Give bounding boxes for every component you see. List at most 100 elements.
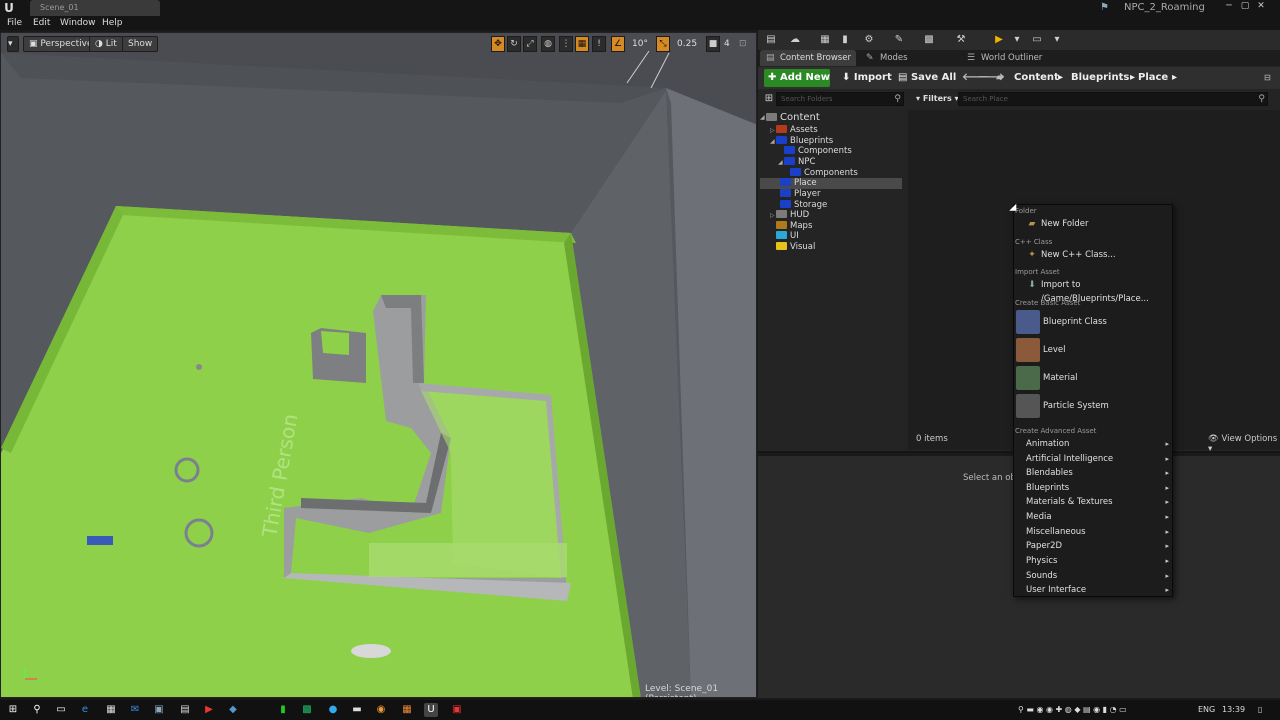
marketplace-icon[interactable]: ▮: [838, 33, 852, 47]
rotation-snap-icon[interactable]: ∠: [611, 36, 625, 52]
app-icon[interactable]: ▣: [450, 703, 464, 717]
new-cpp-class-item[interactable]: ✦ New C++ Class...: [1015, 248, 1171, 262]
close-icon[interactable]: ✕: [1254, 0, 1268, 14]
filters-button[interactable]: ▾ Filters ▾: [916, 92, 959, 106]
scale-tool-icon[interactable]: ⤢: [523, 36, 537, 52]
app-icon[interactable]: ●: [326, 703, 340, 717]
search-folders-input[interactable]: Search Folders ⚲: [776, 92, 904, 106]
expand-arrow-icon[interactable]: ▷: [770, 210, 775, 221]
grid-size-icon[interactable]: !: [592, 36, 606, 52]
submenu-artificial-intelligence[interactable]: Artificial Intelligence ▸: [1015, 452, 1171, 466]
breadcrumb-blueprints[interactable]: Blueprints: [1071, 69, 1129, 87]
add-new-button[interactable]: ✚Add New ▾: [764, 69, 830, 101]
save-all-button[interactable]: ▤ Save All: [898, 69, 956, 87]
rotation-snap-value[interactable]: 10°: [632, 36, 648, 52]
scale-snap-value[interactable]: 0.25: [677, 36, 697, 52]
expand-arrow-icon[interactable]: ▷: [770, 125, 775, 136]
app-icon[interactable]: ▣: [152, 703, 166, 717]
scale-snap-icon[interactable]: ⤡: [656, 36, 670, 52]
submenu-blendables[interactable]: Blendables ▸: [1015, 466, 1171, 480]
app-icon[interactable]: ▤: [178, 703, 192, 717]
tree-item-components[interactable]: Components: [784, 146, 852, 157]
collapse-arrow-icon[interactable]: ◢: [778, 157, 783, 168]
collapse-arrow-icon[interactable]: ◢: [770, 136, 775, 147]
tree-item-assets[interactable]: ▷ Assets: [770, 125, 818, 136]
tab-content-browser[interactable]: ▤ Content Browser: [760, 50, 856, 66]
task-view-icon[interactable]: ▭: [54, 703, 68, 717]
notifications-icon[interactable]: ▯: [1258, 703, 1262, 717]
submenu-paper2d[interactable]: Paper2D ▸: [1015, 539, 1171, 553]
menu-edit[interactable]: Edit: [33, 16, 50, 30]
windows-start-icon[interactable]: ⊞: [6, 703, 20, 717]
tab-world-outliner[interactable]: ☰ World Outliner: [961, 50, 1057, 66]
maximize-icon[interactable]: ▢: [1238, 0, 1252, 14]
tree-item-ui[interactable]: UI: [776, 231, 799, 242]
sources-toggle-icon[interactable]: ⊞: [762, 92, 776, 106]
launch-icon[interactable]: ▭: [1030, 33, 1044, 47]
new-folder-item[interactable]: ▰ New Folder: [1015, 217, 1171, 231]
tree-item-npc[interactable]: ◢ NPC: [778, 157, 815, 168]
blueprint-class-item[interactable]: Blueprint Class: [1015, 309, 1171, 335]
unreal-engine-taskbar-icon[interactable]: U: [424, 703, 438, 717]
source-control-icon[interactable]: ☁: [788, 33, 802, 47]
submenu-animation[interactable]: Animation ▸: [1015, 437, 1171, 451]
submenu-miscellaneous[interactable]: Miscellaneous ▸: [1015, 525, 1171, 539]
content-icon[interactable]: ▦: [818, 33, 832, 47]
menu-window[interactable]: Window: [60, 16, 96, 30]
app-icon[interactable]: ▶: [202, 703, 216, 717]
lock-icon[interactable]: ⊟: [1264, 69, 1271, 87]
unreal-logo-icon[interactable]: U: [2, 1, 16, 15]
tree-item-player[interactable]: Player: [780, 189, 820, 200]
menu-file[interactable]: File: [7, 16, 22, 30]
play-icon[interactable]: ▶: [992, 33, 1006, 47]
tree-item-visual[interactable]: Visual: [776, 242, 815, 253]
collapse-arrow-icon[interactable]: ◢: [760, 112, 765, 123]
tab-modes[interactable]: ✎ Modes: [860, 50, 956, 66]
camera-speed-icon[interactable]: ■: [706, 36, 720, 52]
lit-button[interactable]: ◑ Lit: [89, 36, 123, 52]
tree-item-content[interactable]: ◢ Content: [760, 112, 820, 123]
file-explorer-icon[interactable]: ▦: [104, 703, 118, 717]
language-indicator[interactable]: ENG: [1198, 703, 1215, 717]
scene-render[interactable]: Third Person: [1, 33, 757, 698]
submenu-sounds[interactable]: Sounds ▸: [1015, 569, 1171, 583]
submenu-media[interactable]: Media ▸: [1015, 510, 1171, 524]
menu-help[interactable]: Help: [102, 16, 123, 30]
launch-options-icon[interactable]: ▾: [1050, 33, 1064, 47]
app-icon[interactable]: ▬: [350, 703, 364, 717]
surface-snap-icon[interactable]: ⋮: [559, 36, 573, 52]
show-button[interactable]: Show: [122, 36, 159, 52]
viewport-options-button[interactable]: ▾: [7, 36, 19, 52]
translate-tool-icon[interactable]: ✥: [491, 36, 505, 52]
app-icon[interactable]: ▮: [276, 703, 290, 717]
chrome-icon[interactable]: ◉: [374, 703, 388, 717]
clock[interactable]: 13:39: [1222, 703, 1245, 717]
tree-item-hud[interactable]: ▷ HUD: [770, 210, 809, 221]
search-place-input[interactable]: Search Place ⚲: [958, 92, 1268, 106]
app-icon[interactable]: ▩: [300, 703, 314, 717]
minimize-icon[interactable]: ─: [1222, 0, 1236, 14]
maximize-viewport-icon[interactable]: ⊡: [739, 36, 747, 52]
perspective-button[interactable]: ▣ Perspective: [23, 36, 99, 52]
blueprints-icon[interactable]: ✎: [892, 33, 906, 47]
tray-icons[interactable]: ⚲ ▬ ◉ ◉ ✚ ◍ ◆ ▤ ◉ ▮ ◔ ▭: [1018, 703, 1127, 717]
tree-item-place[interactable]: Place: [760, 178, 902, 189]
submenu-user-interface[interactable]: User Interface ▸: [1015, 583, 1171, 597]
save-icon[interactable]: ▤: [764, 33, 778, 47]
app-icon[interactable]: ▦: [400, 703, 414, 717]
import-button[interactable]: ⬇ Import: [842, 69, 892, 87]
document-tab[interactable]: Scene_01: [30, 0, 160, 16]
breadcrumb-place[interactable]: Place: [1138, 69, 1168, 87]
level-viewport[interactable]: Third Person ▾ ▣ Perspective ◑ Lit Show …: [0, 32, 757, 698]
cinematics-icon[interactable]: ▩: [922, 33, 936, 47]
search-icon[interactable]: ⚲: [30, 703, 44, 717]
submenu-physics[interactable]: Physics ▸: [1015, 554, 1171, 568]
rotate-tool-icon[interactable]: ↻: [507, 36, 521, 52]
app-icon[interactable]: ◆: [226, 703, 240, 717]
level-item[interactable]: Level: [1015, 337, 1171, 363]
particle-system-item[interactable]: Particle System: [1015, 393, 1171, 419]
mail-icon[interactable]: ✉: [128, 703, 142, 717]
material-item[interactable]: Material: [1015, 365, 1171, 391]
settings-icon[interactable]: ⚙: [862, 33, 876, 47]
edge-icon[interactable]: e: [78, 703, 92, 717]
